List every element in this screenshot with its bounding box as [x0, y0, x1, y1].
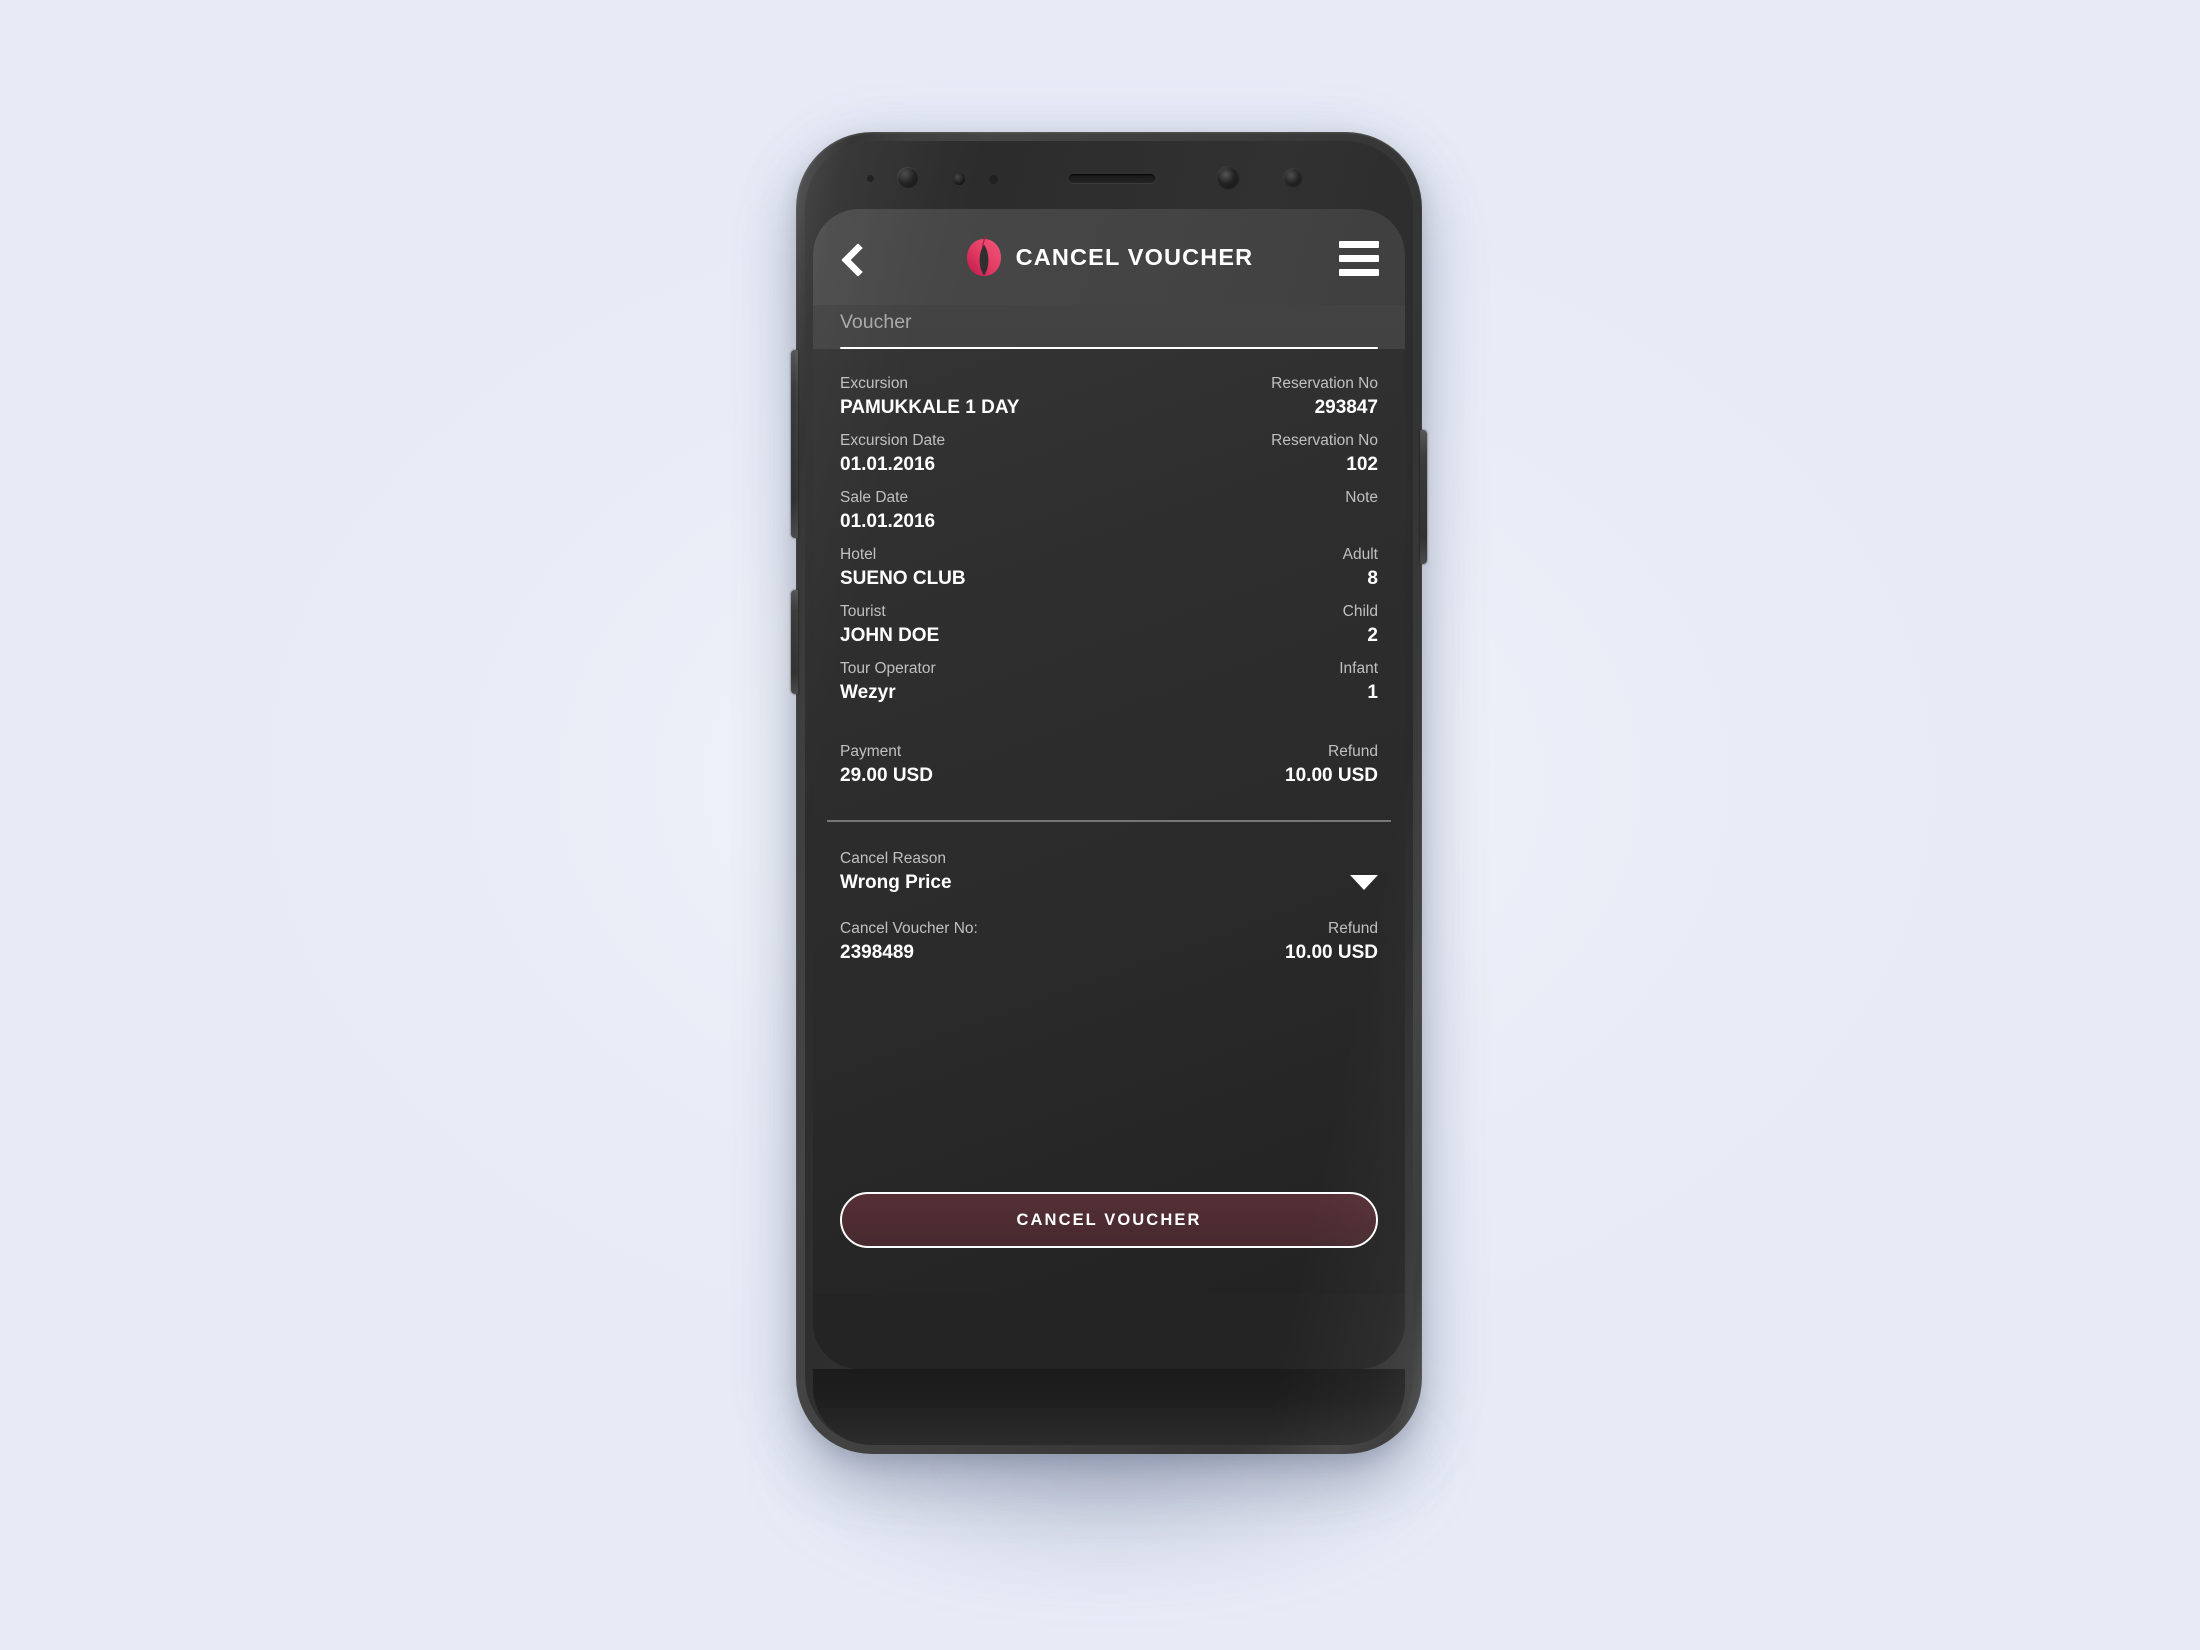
- table-row: Excursion Date 01.01.2016 Reservation No…: [840, 430, 1378, 487]
- field-label: Sale Date: [840, 489, 909, 506]
- cancel-refund-value: 10.00 USD: [1285, 942, 1378, 963]
- refund-label: Refund: [1328, 743, 1378, 760]
- table-row: Tour Operator Wezyr Infant 1: [840, 658, 1378, 715]
- table-row: Hotel SUENO CLUB Adult 8: [840, 544, 1378, 601]
- app-header: CANCEL VOUCHER CHECK: [813, 209, 1405, 453]
- field-value: SUENO CLUB: [840, 568, 966, 589]
- payment-label: Payment: [840, 743, 902, 760]
- cancel-refund-label: Refund: [1328, 920, 1378, 937]
- top-bezel-hardware: [805, 141, 1413, 213]
- cell-right: Refund 10.00 USD: [1285, 918, 1378, 966]
- hamburger-bar-1: [1339, 240, 1379, 248]
- header-bar: CANCEL VOUCHER: [813, 209, 1405, 305]
- phone-bezel: CANCEL VOUCHER CHECK: [805, 141, 1413, 1445]
- detail-rows: Excursion PAMUKKALE 1 DAY Reservation No…: [840, 349, 1378, 798]
- cancel-voucher-no-label: Cancel Voucher No:: [840, 920, 978, 937]
- page-title: CANCEL VOUCHER: [1015, 243, 1254, 270]
- voucher-input[interactable]: [840, 311, 1378, 347]
- cell-right: Refund 10.00 USD: [1285, 741, 1378, 789]
- cancel-section: Cancel Reason Wrong Price Cancel Voucher…: [840, 822, 1378, 975]
- field-label: Reservation No: [1271, 432, 1378, 449]
- earpiece-speaker-icon: [1069, 174, 1155, 183]
- field-value: 293847: [1314, 397, 1378, 418]
- cell-left: Cancel Reason Wrong Price: [840, 848, 952, 896]
- table-row: Sale Date 01.01.2016 Note: [840, 487, 1378, 544]
- cell-right: Note: [1345, 487, 1378, 508]
- field-label: Excursion Date: [840, 432, 946, 449]
- field-label: Hotel: [840, 546, 877, 563]
- cancel-reason-select[interactable]: Cancel Reason Wrong Price: [840, 848, 1378, 896]
- bottom-action-bar: CANCEL VOUCHER: [840, 1192, 1378, 1248]
- cell-left: Sale Date 01.01.2016: [840, 487, 935, 535]
- cell-left: Excursion Date 01.01.2016: [840, 430, 945, 478]
- cell-right: Child 2: [1343, 601, 1378, 649]
- cancel-voucher-button[interactable]: CANCEL VOUCHER: [840, 1192, 1378, 1248]
- cell-right: Adult 8: [1343, 544, 1378, 592]
- cancel-reason-label: Cancel Reason: [840, 850, 946, 867]
- hamburger-bar-2: [1339, 254, 1379, 262]
- field-label: Reservation No: [1271, 375, 1378, 392]
- hamburger-bar-3: [1339, 268, 1379, 276]
- cancel-reason-value: Wrong Price: [840, 872, 952, 893]
- cell-left: Excursion PAMUKKALE 1 DAY: [840, 373, 1019, 421]
- chevron-down-icon[interactable]: [1350, 875, 1378, 890]
- header-title-group: CANCEL VOUCHER: [813, 235, 1405, 279]
- field-value: 102: [1346, 454, 1378, 475]
- voucher-field: [840, 305, 1378, 349]
- payment-value: 29.00 USD: [840, 765, 933, 786]
- cell-left: Cancel Voucher No: 2398489: [840, 918, 978, 966]
- field-value: 2: [1367, 625, 1378, 646]
- field-value: PAMUKKALE 1 DAY: [840, 397, 1020, 418]
- light-sensor-icon: [989, 175, 998, 184]
- cell-right: Reservation No 102: [1271, 430, 1378, 478]
- field-label: Excursion: [840, 375, 909, 392]
- cell-left: Tour Operator Wezyr: [840, 658, 936, 706]
- chevron-left-icon: [841, 243, 875, 277]
- field-label: Infant: [1339, 660, 1378, 677]
- led-indicator-icon: [1283, 168, 1303, 188]
- back-button[interactable]: [837, 239, 879, 281]
- phone-screen: CANCEL VOUCHER CHECK: [813, 209, 1405, 1369]
- field-label: Tourist: [840, 603, 886, 620]
- field-value: Wezyr: [840, 682, 896, 703]
- field-label: Note: [1345, 489, 1378, 506]
- proximity-sensor-icon: [867, 175, 874, 182]
- cell-left: Tourist JOHN DOE: [840, 601, 939, 649]
- infrared-sensor-icon: [953, 173, 965, 185]
- power-button[interactable]: [1420, 430, 1427, 564]
- cell-right: Reservation No 293847: [1271, 373, 1378, 421]
- phone-device: CANCEL VOUCHER CHECK: [791, 132, 1427, 1454]
- brand-logo-icon: [966, 235, 1001, 276]
- page-stage: CANCEL VOUCHER CHECK: [0, 0, 2200, 1650]
- field-label: Tour Operator: [840, 660, 936, 677]
- cell-left: Payment 29.00 USD: [840, 741, 933, 789]
- cancel-voucher-no-row: Cancel Voucher No: 2398489 Refund 10.00 …: [840, 918, 1378, 975]
- refund-value: 10.00 USD: [1285, 765, 1378, 786]
- field-label: Child: [1342, 603, 1378, 620]
- assistant-button[interactable]: [791, 590, 798, 694]
- field-label: Adult: [1342, 546, 1378, 563]
- field-value: 01.01.2016: [840, 511, 936, 532]
- cell-right: Infant 1: [1339, 658, 1378, 706]
- field-value: 8: [1367, 568, 1378, 589]
- hamburger-menu-button[interactable]: [1339, 237, 1383, 279]
- table-row: Tourist JOHN DOE Child 2: [840, 601, 1378, 658]
- cancel-voucher-no-value: 2398489: [840, 942, 914, 963]
- payment-row: Payment 29.00 USD Refund 10.00 USD: [840, 741, 1378, 798]
- table-row: Excursion PAMUKKALE 1 DAY Reservation No…: [840, 373, 1378, 430]
- cell-left: Hotel SUENO CLUB: [840, 544, 966, 592]
- field-value: 01.01.2016: [840, 454, 936, 475]
- field-value: JOHN DOE: [840, 625, 940, 646]
- volume-button[interactable]: [791, 350, 798, 538]
- field-value: 1: [1367, 682, 1378, 703]
- iris-scanner-icon: [1216, 166, 1240, 190]
- section-divider: [827, 820, 1391, 822]
- front-camera-icon: [897, 167, 919, 189]
- voucher-details-panel: Excursion PAMUKKALE 1 DAY Reservation No…: [813, 349, 1405, 1294]
- bottom-bezel: [813, 1369, 1405, 1445]
